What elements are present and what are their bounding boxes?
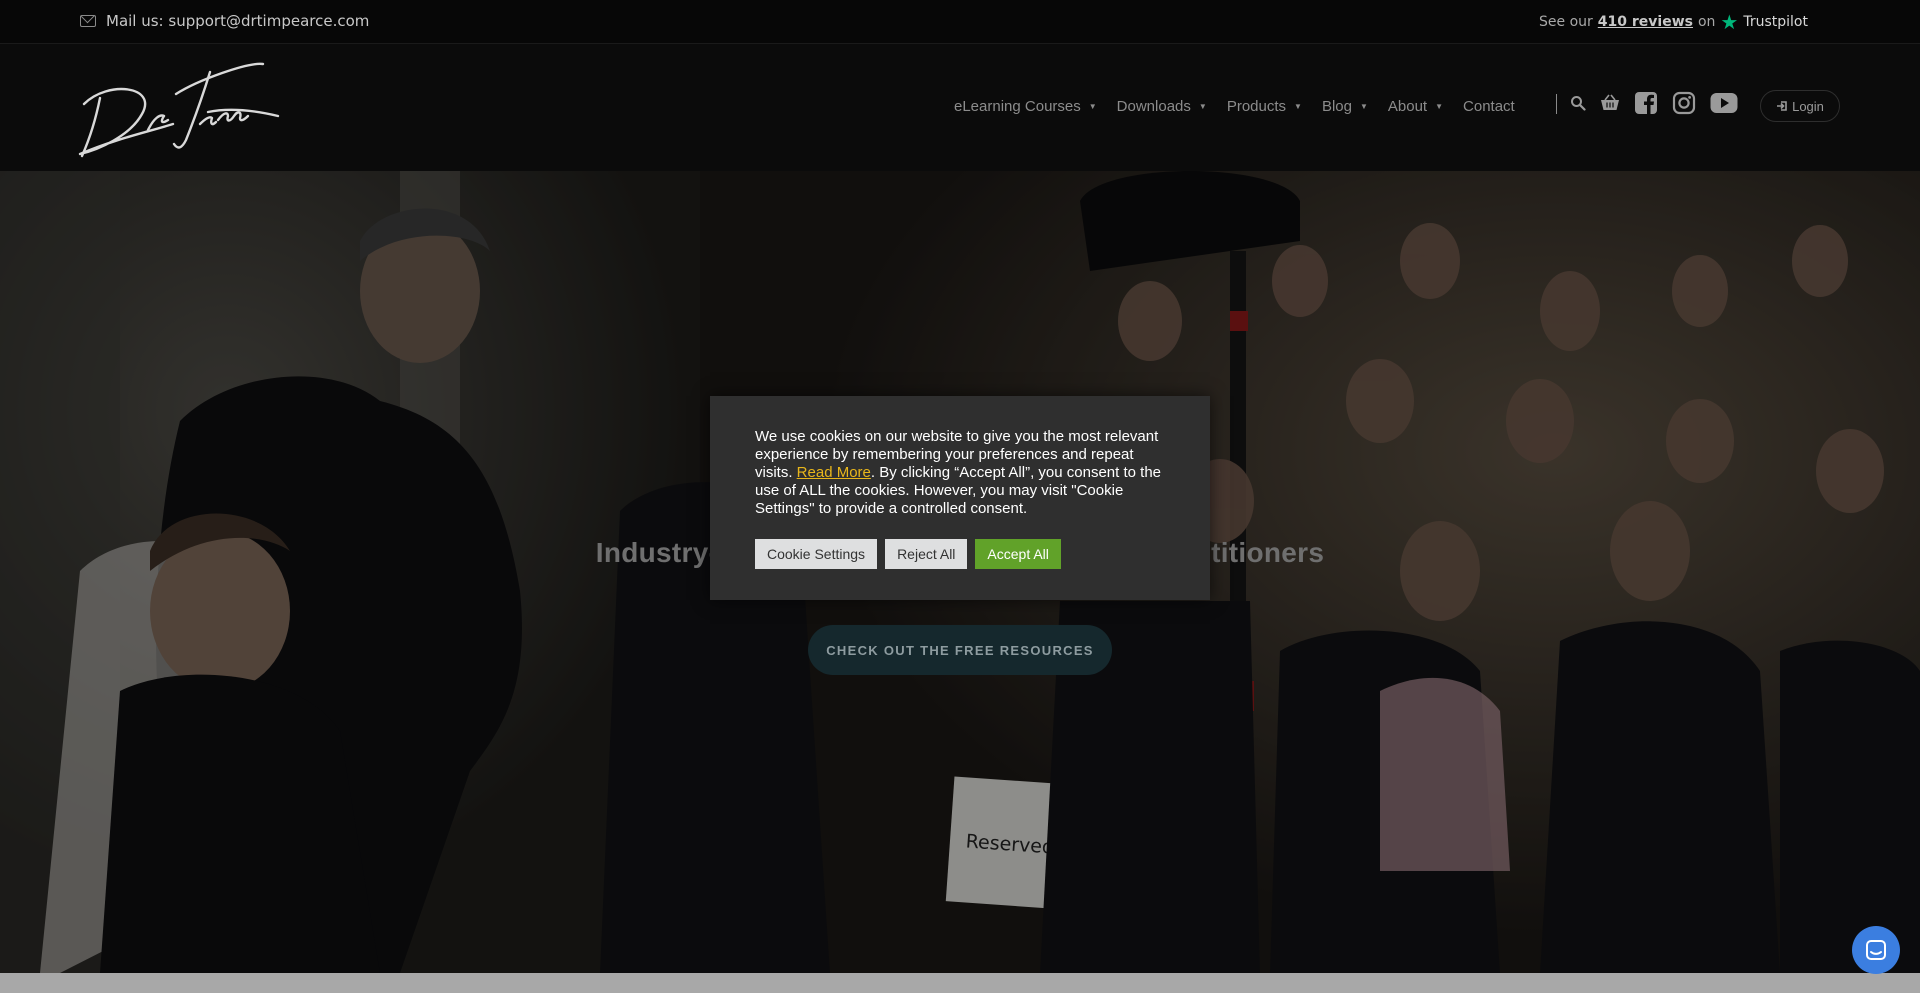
hero-title-right: ctitioners: [1195, 537, 1325, 568]
main-nav: eLearning Courses ▼ Downloads ▼ Products…: [954, 98, 1515, 115]
nav-elearning-courses[interactable]: eLearning Courses ▼: [954, 98, 1097, 115]
instagram-icon[interactable]: [1672, 91, 1696, 115]
nav-label: Downloads: [1116, 98, 1191, 115]
nav-label: eLearning Courses: [954, 98, 1081, 115]
nav-blog[interactable]: Blog ▼: [1322, 98, 1368, 115]
page-bottom-strip: [0, 973, 1920, 993]
nav-divider: [1556, 94, 1557, 114]
site-header: eLearning Courses ▼ Downloads ▼ Products…: [0, 44, 1920, 171]
envelope-icon: [80, 15, 96, 27]
caret-down-icon: ▼: [1359, 102, 1368, 111]
caret-down-icon: ▼: [1088, 102, 1097, 111]
basket-icon[interactable]: [1600, 94, 1620, 112]
nav-contact[interactable]: Contact: [1463, 98, 1515, 115]
mail-text: Mail us: support@drtimpearce.com: [106, 12, 370, 30]
header-icons: [1570, 91, 1738, 115]
nav-downloads[interactable]: Downloads ▼: [1117, 98, 1207, 115]
reject-all-button[interactable]: Reject All: [885, 539, 968, 569]
search-icon[interactable]: [1570, 95, 1586, 111]
cookie-buttons: Cookie Settings Reject All Accept All: [755, 539, 1165, 569]
free-resources-button[interactable]: CHECK OUT THE FREE RESOURCES: [808, 625, 1112, 675]
nav-products[interactable]: Products ▼: [1227, 98, 1302, 115]
trustpilot-brand[interactable]: Trustpilot: [1743, 14, 1808, 30]
nav-label: Contact: [1463, 98, 1515, 115]
caret-down-icon: ▼: [1198, 102, 1207, 111]
read-more-link[interactable]: Read More: [797, 464, 871, 481]
nav-about[interactable]: About ▼: [1388, 98, 1443, 115]
reviews-on: on: [1697, 14, 1716, 30]
reviews-prefix: See our: [1539, 14, 1593, 30]
caret-down-icon: ▼: [1435, 102, 1444, 111]
sign-in-icon: [1777, 101, 1787, 111]
login-button[interactable]: Login: [1760, 90, 1840, 122]
nav-label: Products: [1226, 98, 1287, 115]
cookie-consent-dialog: We use cookies on our website to give yo…: [710, 396, 1210, 600]
caret-down-icon: ▼: [1294, 102, 1302, 111]
chat-icon: [1866, 940, 1886, 960]
reviews-count-link[interactable]: 410 reviews: [1598, 14, 1693, 30]
cookie-message: We use cookies on our website to give yo…: [755, 428, 1165, 518]
chat-launcher-button[interactable]: [1852, 926, 1900, 974]
dr-tim-logo[interactable]: [78, 58, 283, 158]
facebook-icon[interactable]: [1634, 91, 1658, 115]
hero-title-left: Industry-: [595, 537, 719, 568]
trustpilot-reviews: See our 410 reviews on ★ Trustpilot: [1539, 12, 1808, 32]
cookie-settings-button[interactable]: Cookie Settings: [755, 539, 878, 569]
trustpilot-star-icon: ★: [1720, 10, 1739, 34]
mail-link[interactable]: Mail us: support@drtimpearce.com: [80, 12, 369, 30]
youtube-icon[interactable]: [1710, 92, 1738, 114]
nav-label: Blog: [1321, 98, 1352, 115]
login-label: Login: [1792, 98, 1824, 114]
top-bar: Mail us: support@drtimpearce.com See our…: [0, 0, 1920, 44]
nav-label: About: [1387, 98, 1428, 115]
accept-all-button[interactable]: Accept All: [975, 539, 1061, 569]
